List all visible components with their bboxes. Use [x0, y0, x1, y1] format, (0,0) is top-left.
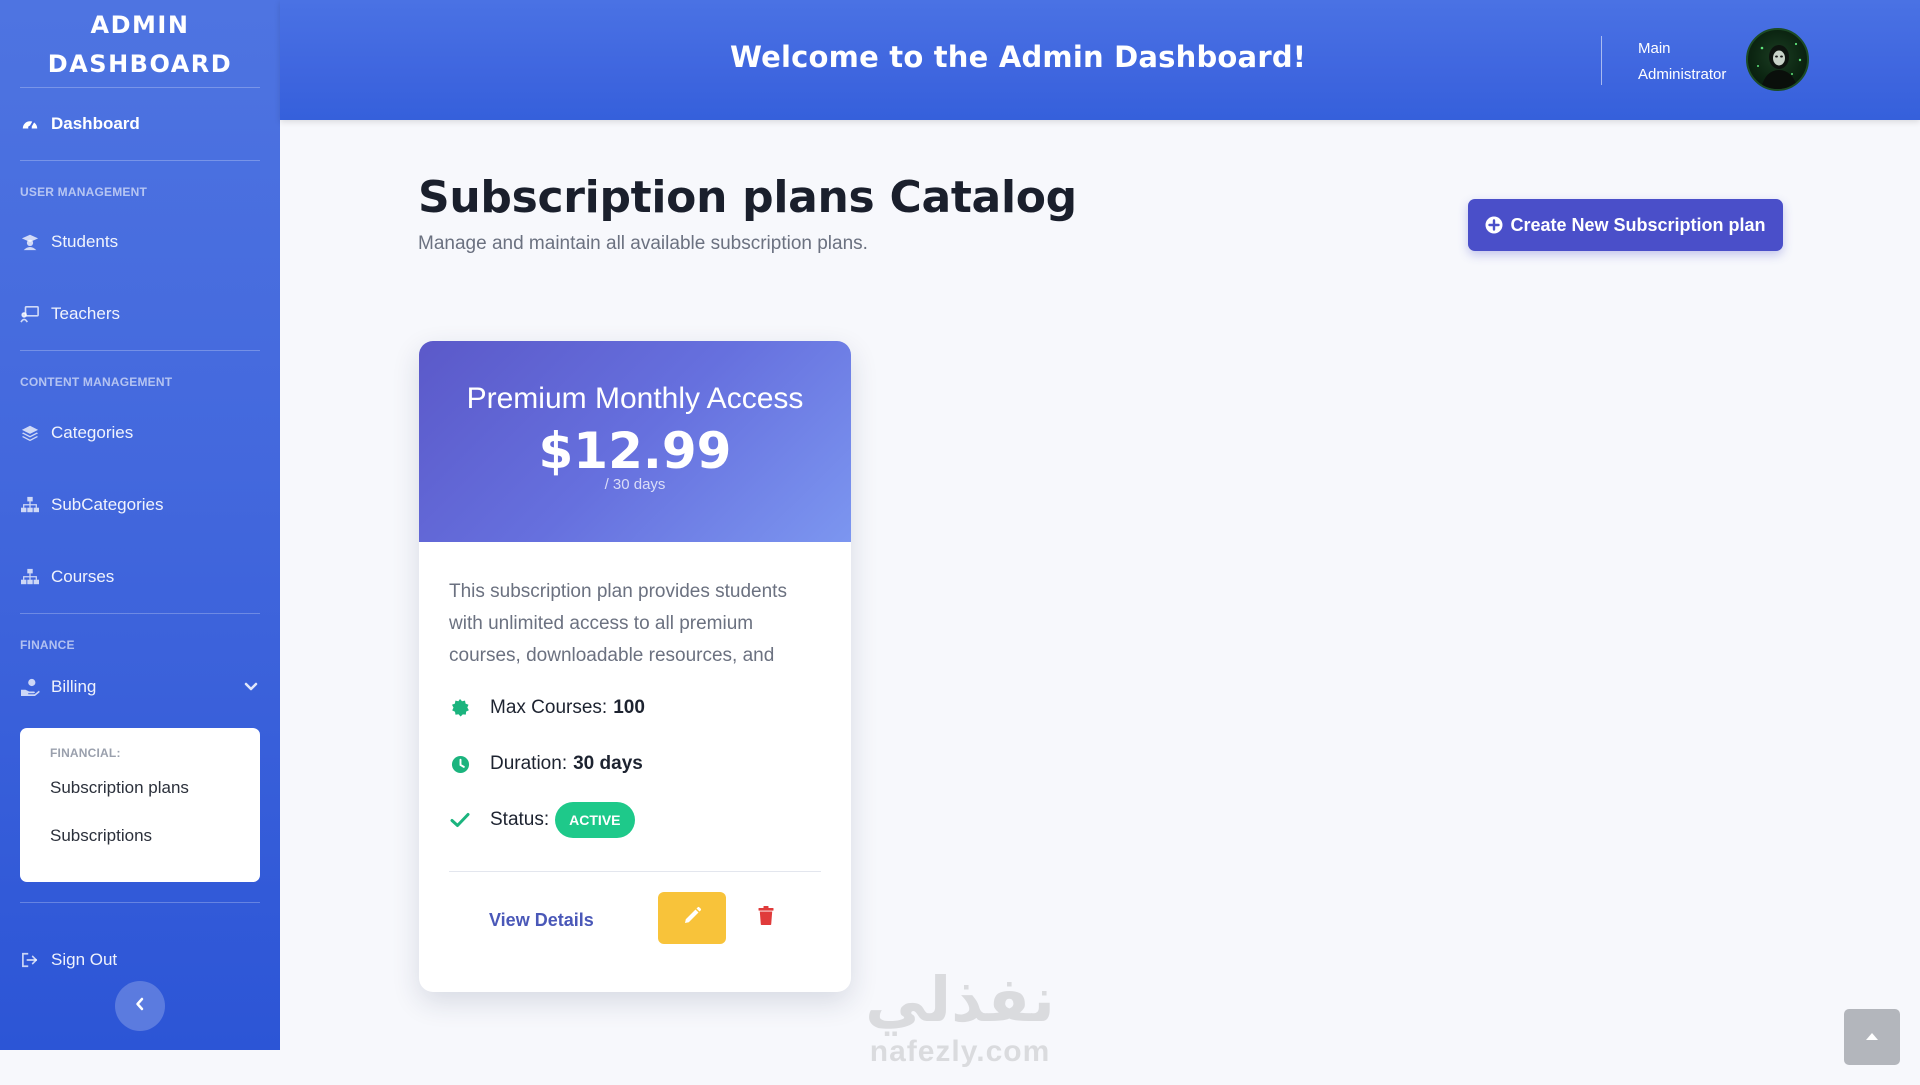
plan-card: Premium Monthly Access $12.99 / 30 days …	[419, 341, 851, 992]
submenu-heading: FINANCIAL:	[50, 746, 121, 760]
sidebar-item-label: Billing	[51, 677, 97, 696]
header-divider	[1601, 36, 1602, 85]
plan-card-header: Premium Monthly Access $12.99 / 30 days	[419, 341, 851, 542]
feature-status: Status: ACTIVE	[449, 792, 821, 848]
status-badge: ACTIVE	[555, 802, 635, 838]
plan-price: $12.99	[538, 422, 732, 480]
sidebar-item-label: Categories	[51, 423, 134, 442]
sidebar-item-courses[interactable]: Courses	[20, 541, 260, 613]
page-title: Subscription plans Catalog	[418, 172, 1077, 223]
scroll-to-top-button[interactable]	[1844, 1009, 1900, 1065]
view-details-link[interactable]: View Details	[489, 910, 594, 931]
sidebar-item-students[interactable]: Students	[20, 207, 260, 277]
edit-button[interactable]	[658, 892, 726, 944]
create-button-label: Create New Subscription plan	[1510, 214, 1766, 235]
section-heading-finance: FINANCE	[20, 638, 75, 652]
sidebar-item-label: Students	[51, 232, 119, 251]
watermark-logo: نفذلي nafezly.com	[850, 965, 1070, 1069]
duration-value: 30 days	[573, 753, 643, 774]
submenu-item-subscription-plans[interactable]: Subscription plans	[50, 776, 230, 824]
sidebar-item-subcategories[interactable]: SubCategories	[20, 469, 260, 541]
sign-out-icon	[20, 950, 40, 970]
layers-icon	[20, 423, 40, 443]
sidebar-item-label: Dashboard	[51, 114, 140, 133]
create-subscription-plan-button[interactable]: Create New Subscription plan	[1468, 199, 1783, 251]
billing-submenu: FINANCIAL: Subscription plans Subscripti…	[20, 728, 260, 882]
sidebar-collapse-button[interactable]	[115, 981, 165, 1031]
sidebar: ADMIN DASHBOARD Dashboard USER MANAGEMEN…	[0, 0, 280, 1050]
admin-name-line-1: Main	[1638, 40, 1671, 57]
sitemap-icon	[20, 567, 40, 587]
max-courses-label: Max Courses:	[490, 697, 608, 718]
sidebar-item-label: Courses	[51, 567, 115, 586]
plan-period: / 30 days	[604, 476, 666, 493]
check-icon	[449, 812, 471, 828]
watermark-arabic: نفذلي	[865, 963, 1055, 1036]
plus-circle-icon	[1485, 216, 1503, 234]
top-header: Welcome to the Admin Dashboard! Main Adm…	[280, 0, 1920, 120]
avatar[interactable]	[1746, 28, 1809, 91]
sidebar-item-categories[interactable]: Categories	[20, 397, 260, 469]
plan-card-body: This subscription plan provides students…	[419, 542, 851, 872]
sidebar-item-label: Teachers	[51, 303, 120, 323]
submenu-item-subscriptions[interactable]: Subscriptions	[50, 824, 230, 872]
hand-holding-dollar-icon	[20, 677, 40, 697]
trash-icon	[758, 906, 774, 930]
chevron-left-icon	[135, 997, 145, 1016]
sitemap-icon	[20, 495, 40, 515]
chevron-down-icon	[244, 677, 258, 697]
section-heading-user-management: USER MANAGEMENT	[20, 185, 148, 199]
sidebar-item-teachers[interactable]: Teachers	[20, 277, 260, 350]
delete-button[interactable]	[746, 898, 786, 938]
sidebar-item-label: Sign Out	[51, 950, 118, 969]
plan-name: Premium Monthly Access	[466, 382, 804, 415]
welcome-heading: Welcome to the Admin Dashboard!	[730, 40, 1307, 74]
sidebar-item-billing[interactable]: Billing	[20, 660, 260, 714]
admin-name[interactable]: Main Administrator	[1638, 36, 1726, 88]
badge-certificate-icon	[449, 698, 471, 718]
caret-up-icon	[1865, 1028, 1879, 1046]
brand-line-2: DASHBOARD	[47, 50, 233, 78]
chalkboard-teacher-icon	[20, 304, 40, 324]
pencil-icon	[682, 906, 702, 931]
user-graduate-icon	[20, 232, 40, 252]
feature-duration: Duration: 30 days	[449, 736, 821, 792]
max-courses-value: 100	[613, 697, 645, 718]
page-subtitle: Manage and maintain all available subscr…	[418, 233, 868, 254]
plan-description: This subscription plan provides students…	[449, 581, 787, 666]
clock-icon	[449, 755, 471, 774]
feature-max-courses: Max Courses: 100	[449, 680, 821, 736]
duration-label: Duration:	[490, 753, 568, 774]
avatar-image	[1757, 42, 1802, 89]
admin-name-line-2: Administrator	[1638, 66, 1727, 83]
plan-card-actions: View Details	[419, 872, 851, 982]
gauge-icon	[20, 114, 40, 134]
brand-logo[interactable]: ADMIN DASHBOARD	[20, 0, 260, 88]
status-label: Status:	[490, 809, 550, 830]
section-heading-content-management: CONTENT MANAGEMENT	[20, 375, 173, 389]
sidebar-item-dashboard[interactable]: Dashboard	[20, 88, 260, 160]
sidebar-item-label: SubCategories	[51, 495, 164, 514]
brand-line-1: ADMIN	[90, 11, 190, 39]
watermark-latin: nafezly.com	[869, 1035, 1051, 1068]
